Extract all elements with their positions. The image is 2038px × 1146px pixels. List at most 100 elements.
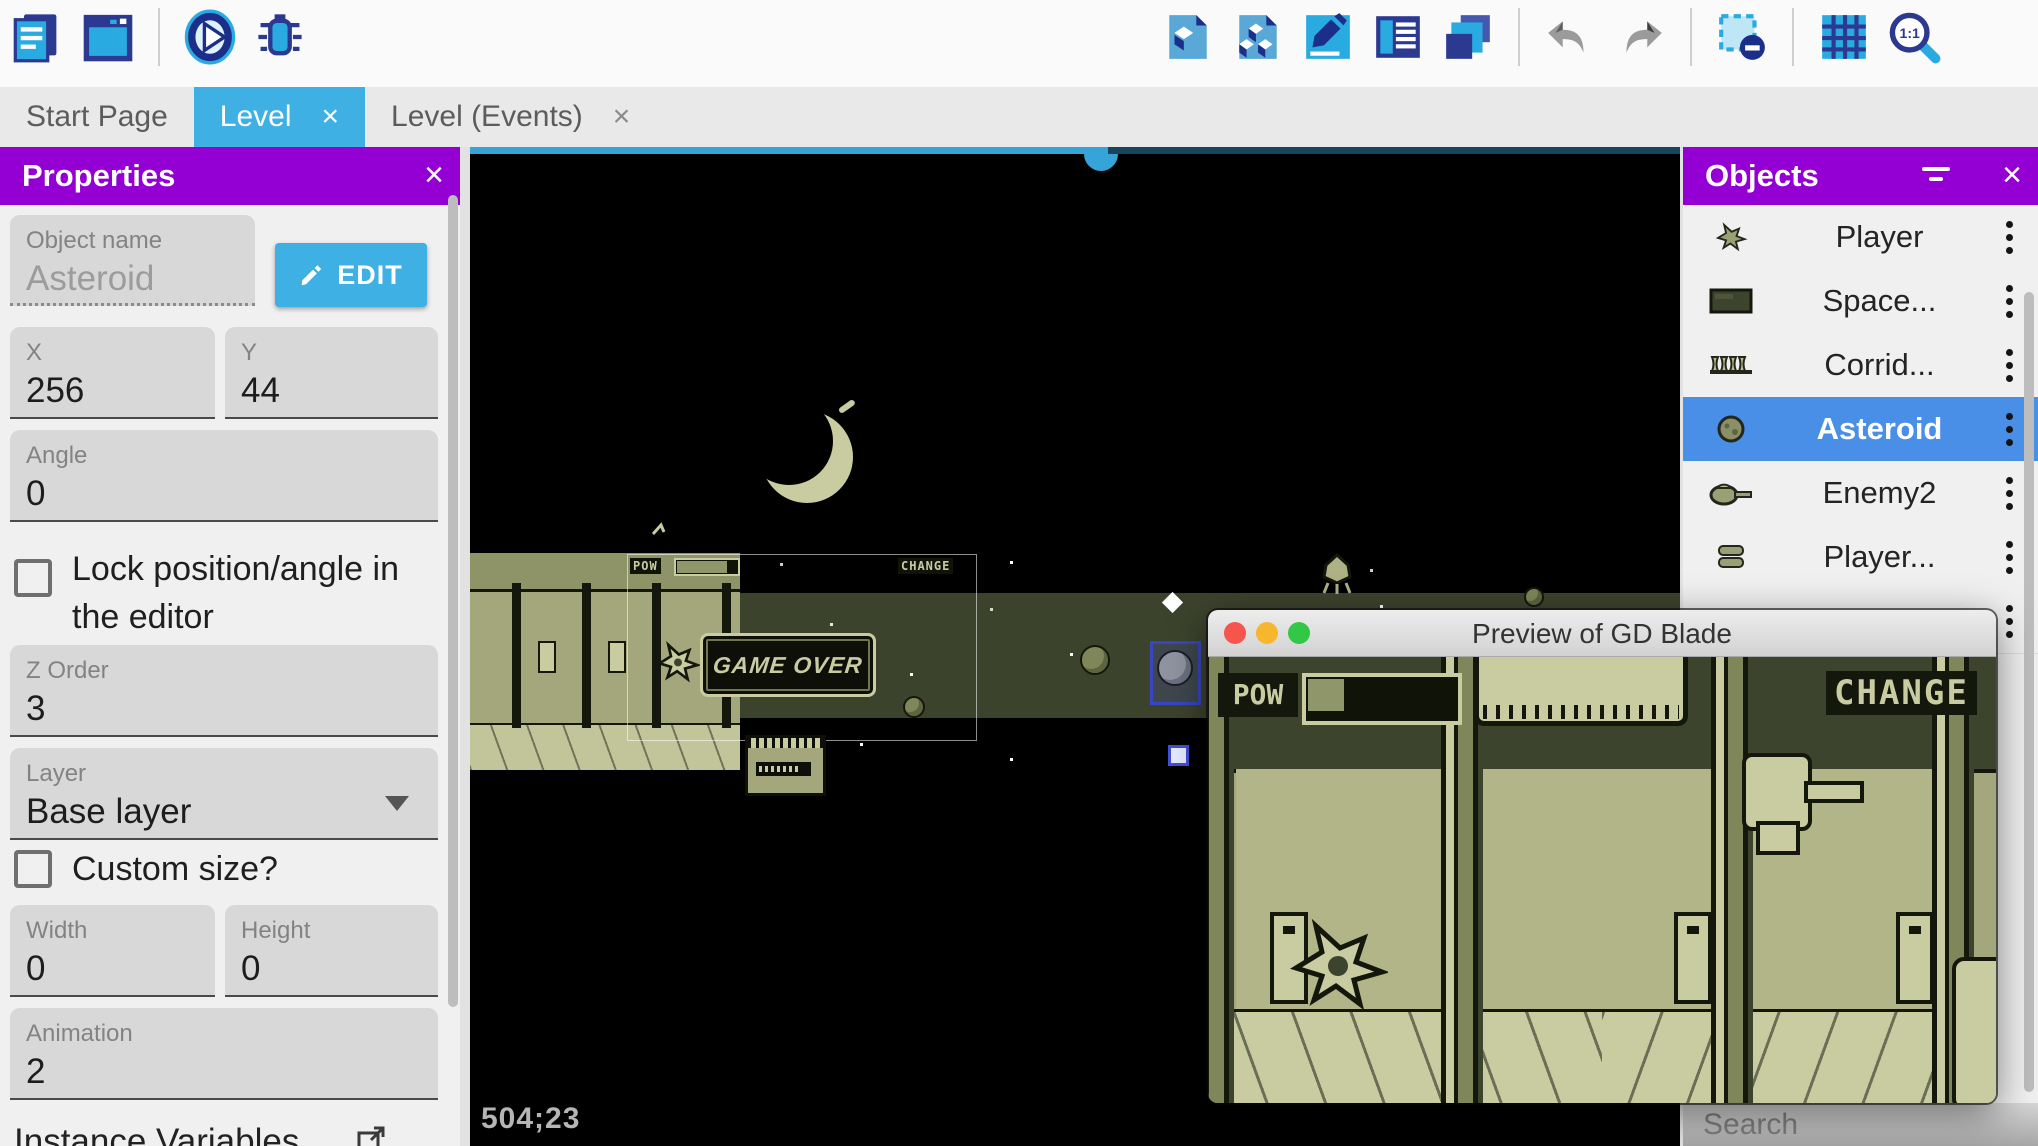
toolbar-separator: [158, 8, 160, 66]
toolbar-left-group: [10, 8, 308, 66]
width-field[interactable]: Width 0: [10, 905, 215, 997]
object-name-field: Object name Asteroid: [10, 215, 255, 306]
grid-icon[interactable]: [1816, 9, 1872, 65]
open-external-icon[interactable]: [356, 1125, 386, 1146]
stars: [470, 553, 473, 556]
panel-title: Properties: [22, 158, 175, 194]
panel-title: Objects: [1705, 158, 1819, 194]
x-field[interactable]: X 256: [10, 327, 215, 419]
custom-size-checkbox[interactable]: [14, 850, 52, 888]
corridor-floor: [1208, 1009, 1996, 1103]
objects-header: Objects ×: [1683, 147, 2038, 205]
height-field[interactable]: Height 0: [225, 905, 438, 997]
enemy-walker-sprite[interactable]: [1318, 551, 1356, 595]
preview-title: Preview of GD Blade: [1208, 618, 1996, 650]
redo-icon[interactable]: [1612, 9, 1668, 65]
tab-level-events[interactable]: Level (Events) ×: [365, 87, 656, 147]
cursor-coordinates: 504;23: [481, 1102, 580, 1136]
gdevelop-ide: 1:1 Start Page Level × Level (Events) × …: [0, 0, 2038, 1146]
y-field[interactable]: Y 44: [225, 327, 438, 419]
enemy-sprite-partial: [1952, 957, 1996, 1103]
object-row-player[interactable]: Player: [1683, 205, 2038, 270]
door-panel: [1674, 912, 1712, 1004]
kebab-menu-icon[interactable]: [1980, 221, 2038, 254]
edit-scene-properties-icon[interactable]: [1300, 9, 1356, 65]
play-icon[interactable]: [182, 9, 238, 65]
field-label: Angle: [26, 442, 87, 470]
selection-handle[interactable]: [1084, 154, 1118, 171]
object-name: Player: [1779, 219, 1980, 255]
object-row-player2[interactable]: Player...: [1683, 525, 2038, 590]
change-label: CHANGE: [1826, 671, 1977, 715]
layers-icon[interactable]: [1440, 9, 1496, 65]
player2-object-icon: [1683, 543, 1779, 571]
asteroid-sprite[interactable]: [1524, 587, 1544, 607]
object-name: Asteroid: [1779, 411, 1980, 447]
pencil-icon: [299, 262, 325, 288]
edit-object-button[interactable]: EDIT: [275, 243, 427, 307]
asteroid-sprite[interactable]: [1080, 645, 1110, 675]
tab-label: Level: [220, 100, 292, 134]
field-label: Layer: [26, 760, 86, 788]
filter-icon[interactable]: [1922, 167, 1950, 187]
edit-button-label: EDIT: [337, 260, 403, 291]
game-over-text: GAME OVER: [712, 652, 864, 679]
field-label: Object name: [26, 227, 162, 255]
z-order-field[interactable]: Z Order 3: [10, 645, 438, 737]
field-label: Z Order: [26, 657, 109, 685]
objects-list-icon[interactable]: [1370, 9, 1426, 65]
corridor-object-icon: [1683, 354, 1779, 376]
hand-enemy-sprite: [1742, 753, 1862, 853]
angle-field[interactable]: Angle 0: [10, 430, 438, 522]
extensions-cubes-icon[interactable]: [1230, 9, 1286, 65]
toolbar-separator: [1792, 8, 1794, 66]
animation-field[interactable]: Animation 2: [10, 1008, 438, 1100]
export-project-icon[interactable]: [1160, 9, 1216, 65]
arrow-sprite[interactable]: [650, 519, 672, 541]
deselect-all-icon[interactable]: [1714, 9, 1770, 65]
chevron-down-icon[interactable]: [385, 796, 409, 811]
preview-titlebar[interactable]: Preview of GD Blade: [1208, 610, 1996, 657]
space-background-icon: [1683, 288, 1779, 314]
properties-panel: Properties × Object name Asteroid EDIT X…: [0, 147, 460, 1146]
game-over-logo[interactable]: GAME OVER: [700, 633, 876, 697]
tab-level[interactable]: Level ×: [194, 87, 365, 147]
pow-label: POW: [630, 558, 661, 574]
tab-label: Level (Events): [391, 100, 583, 134]
toolbar-separator: [1690, 8, 1692, 66]
project-manager-icon[interactable]: [10, 9, 66, 65]
zoom-one-to-one-icon[interactable]: 1:1: [1886, 9, 1942, 65]
toolbar-right-group: 1:1: [1160, 8, 1942, 66]
field-value: 3: [26, 689, 45, 729]
lock-position-checkbox[interactable]: [14, 559, 52, 597]
object-row-space[interactable]: Space...: [1683, 269, 2038, 334]
object-name: Enemy2: [1779, 475, 1980, 511]
crescent-sprite[interactable]: [741, 397, 863, 511]
preview-window[interactable]: Preview of GD Blade POW CHANGE: [1208, 610, 1996, 1103]
objects-scrollbar[interactable]: [2024, 292, 2034, 1092]
undo-icon[interactable]: [1542, 9, 1598, 65]
resize-handle[interactable]: [1168, 745, 1189, 766]
close-icon[interactable]: ×: [321, 102, 339, 132]
object-row-corridor[interactable]: Corrid...: [1683, 333, 2038, 398]
layer-select[interactable]: Layer Base layer: [10, 748, 438, 840]
close-icon[interactable]: ×: [613, 102, 631, 132]
player-ship-sprite[interactable]: [656, 637, 700, 687]
field-value: Base layer: [26, 792, 191, 832]
selected-asteroid[interactable]: [1150, 641, 1201, 705]
properties-scrollbar[interactable]: [448, 195, 458, 1007]
player-ship-sprite: [1288, 909, 1388, 1021]
debug-icon[interactable]: [252, 9, 308, 65]
open-window-icon[interactable]: [80, 9, 136, 65]
custom-size-label: Custom size?: [72, 845, 444, 893]
cartridge-sprite[interactable]: [745, 735, 826, 796]
pillar: [1208, 657, 1234, 1103]
asteroid-sprite[interactable]: [903, 696, 925, 718]
object-row-asteroid[interactable]: Asteroid: [1683, 397, 2038, 462]
close-icon[interactable]: ×: [424, 156, 444, 195]
tab-start-page[interactable]: Start Page: [0, 87, 194, 147]
search-input[interactable]: [1683, 1107, 2038, 1143]
close-icon[interactable]: ×: [2002, 156, 2022, 195]
object-row-enemy2[interactable]: Enemy2: [1683, 461, 2038, 526]
field-value: 256: [26, 371, 84, 411]
